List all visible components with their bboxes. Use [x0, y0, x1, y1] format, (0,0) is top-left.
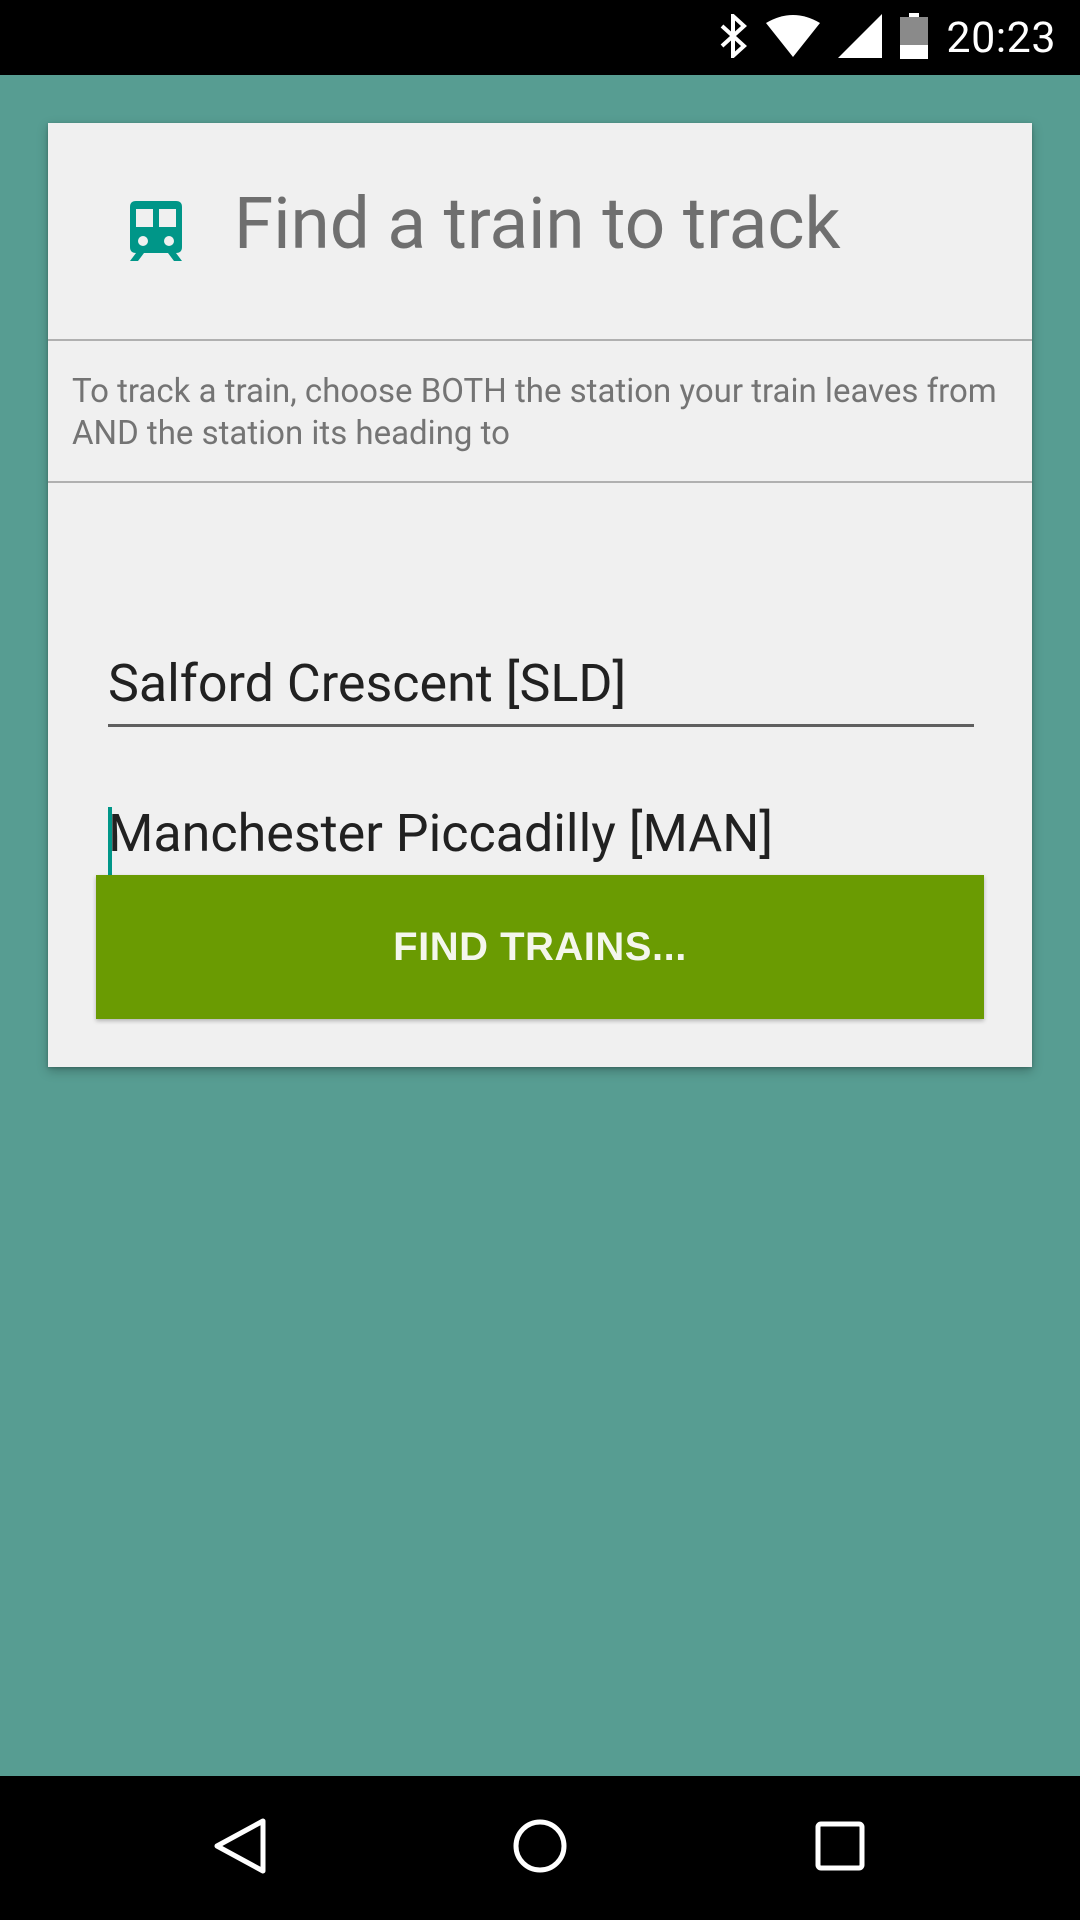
wifi-icon	[766, 14, 821, 61]
divider	[48, 339, 1032, 341]
to-station-field[interactable]: Manchester Piccadilly [MAN]	[108, 789, 974, 881]
to-station-value: Manchester Piccadilly [MAN]	[108, 803, 774, 864]
divider	[48, 481, 1032, 483]
from-station-value: Salford Crescent [SLD]	[108, 653, 627, 714]
find-trains-button[interactable]: FIND TRAINS...	[96, 875, 984, 1019]
status-bar: 20:23	[0, 0, 1080, 75]
signal-icon	[838, 13, 883, 62]
train-search-card: Find a train to track To track a train, …	[48, 123, 1032, 1067]
card-title: Find a train to track	[234, 183, 841, 266]
instructions-text: To track a train, choose BOTH the statio…	[72, 372, 997, 453]
battery-icon	[900, 12, 929, 63]
back-icon	[213, 1817, 267, 1879]
back-button[interactable]	[140, 1776, 340, 1920]
recents-button[interactable]	[740, 1776, 940, 1920]
field-underline	[108, 724, 974, 727]
navigation-bar	[0, 1776, 1080, 1920]
home-icon	[512, 1818, 568, 1878]
from-station-field[interactable]: Salford Crescent [SLD]	[108, 639, 974, 727]
bluetooth-icon	[718, 10, 748, 62]
home-button[interactable]	[440, 1776, 640, 1920]
status-icons: 20:23	[718, 0, 1080, 75]
recents-icon	[815, 1821, 865, 1875]
train-icon	[130, 201, 182, 261]
card-header: Find a train to track	[48, 123, 1032, 339]
status-time: 20:23	[946, 12, 1056, 63]
